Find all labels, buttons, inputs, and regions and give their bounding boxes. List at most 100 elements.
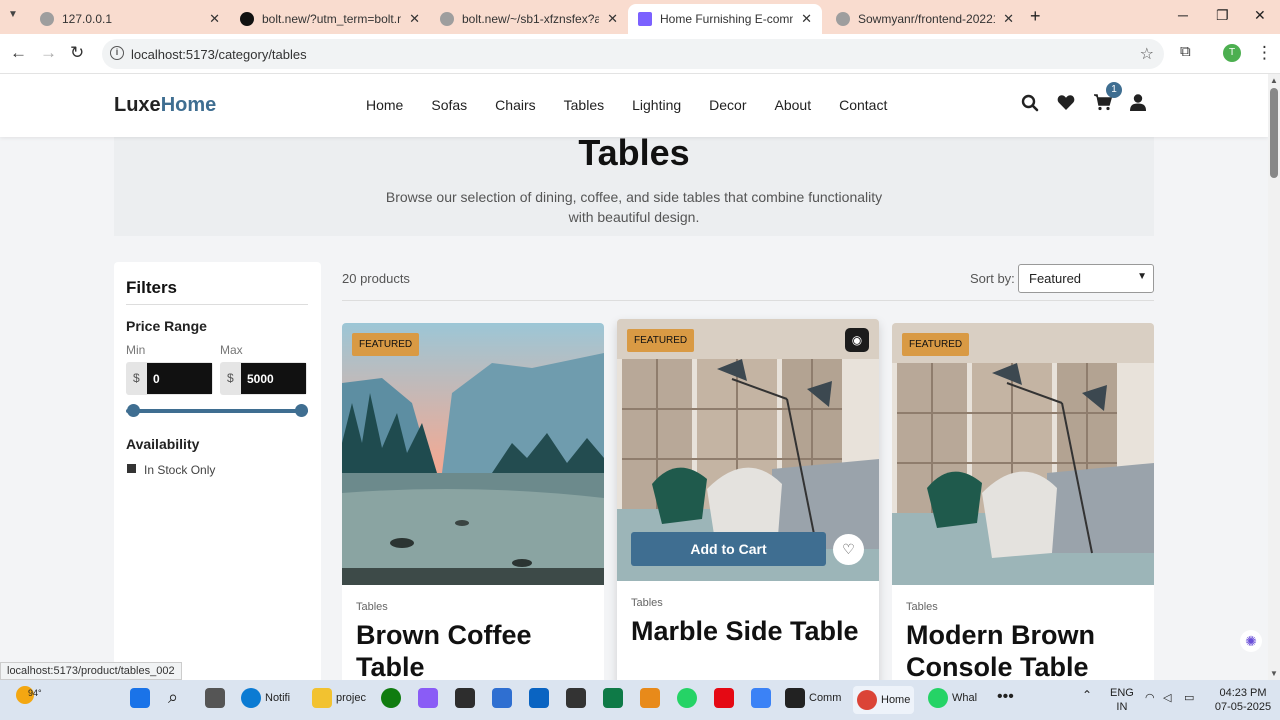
product-name[interactable]: Modern Brown Console Table [906, 619, 1146, 680]
address-url[interactable]: localhost:5173/category/tables [131, 47, 307, 62]
taskbar-app-whatsapp[interactable]: Whal [928, 688, 977, 708]
new-tab-button[interactable]: + [1030, 6, 1041, 27]
product-image[interactable]: FEATURED ◉ Add to Cart ♡ [617, 319, 879, 581]
product-card[interactable]: FEATURED Tables Brown Coffee Table [342, 323, 604, 680]
visual-studio-icon[interactable] [492, 688, 516, 708]
cart-icon[interactable] [1094, 94, 1113, 116]
window-close-icon[interactable]: ✕ [1254, 7, 1266, 24]
browser-tab-2[interactable]: bolt.new/?utm_term=bolt.new& ✕ [230, 4, 430, 34]
price-range-heading: Price Range [126, 318, 207, 334]
product-name[interactable]: Brown Coffee Table [356, 619, 596, 680]
price-slider-min-handle[interactable] [127, 404, 140, 417]
add-to-cart-button[interactable]: Add to Cart [631, 532, 826, 566]
restore-icon[interactable]: ❐ [1216, 7, 1229, 24]
nav-link-tables[interactable]: Tables [564, 97, 604, 113]
in-stock-label[interactable]: In Stock Only [144, 463, 215, 477]
scroll-up-arrow-icon[interactable]: ▲ [1270, 76, 1278, 85]
scrollbar-thumb[interactable] [1270, 88, 1278, 178]
close-tab-icon[interactable]: ✕ [1003, 11, 1014, 27]
sort-select[interactable]: Featured ▼ [1018, 264, 1154, 293]
search-icon[interactable] [1021, 94, 1039, 117]
excel-icon[interactable] [603, 688, 627, 708]
store-glyph [751, 688, 771, 708]
wifi-icon[interactable]: ◠ [1145, 691, 1155, 704]
tab-search-chevron-icon[interactable]: ▼ [8, 9, 18, 20]
wishlist-heart-icon[interactable] [1057, 94, 1075, 116]
page-title: Tables [578, 132, 690, 173]
language-code: ENG [1110, 687, 1134, 699]
site-info-icon[interactable]: i [110, 46, 124, 60]
nav-link-chairs[interactable]: Chairs [495, 97, 535, 113]
tab-title: 127.0.0.1 [62, 12, 113, 26]
nav-link-contact[interactable]: Contact [839, 97, 887, 113]
browser-tab-active[interactable]: Home Furnishing E-commerce ✕ [628, 4, 822, 34]
nav-link-sofas[interactable]: Sofas [431, 97, 467, 113]
whatsapp-small-icon[interactable] [677, 688, 701, 708]
max-price-input[interactable] [241, 363, 306, 394]
tray-chevron-up-icon[interactable]: ⌃ [1082, 688, 1092, 702]
unity-icon[interactable] [455, 688, 479, 708]
price-slider-track[interactable] [126, 409, 308, 413]
taskbar-app-explorer[interactable]: projec [312, 688, 366, 708]
outlook-icon[interactable] [529, 688, 553, 708]
nav-link-about[interactable]: About [775, 97, 812, 113]
close-tab-icon[interactable]: ✕ [409, 11, 420, 27]
wishlist-heart-outline-icon[interactable]: ♡ [833, 534, 864, 565]
site-logo[interactable]: LuxeHome [114, 94, 216, 117]
product-name[interactable]: Marble Side Table [631, 615, 871, 647]
netflix-icon[interactable] [714, 688, 738, 708]
task-view-icon[interactable] [205, 688, 229, 708]
infinity-app-icon[interactable] [640, 688, 664, 708]
nav-link-home[interactable]: Home [366, 97, 403, 113]
taskbar-app-terminal[interactable]: Comm [785, 688, 841, 708]
profile-avatar[interactable]: T [1223, 44, 1241, 62]
font-app-icon[interactable] [566, 688, 590, 708]
system-clock[interactable]: 04:23 PM 07-05-2025 [1210, 686, 1276, 714]
copilot-icon[interactable] [418, 688, 442, 708]
scroll-down-arrow-icon[interactable]: ▼ [1270, 669, 1278, 678]
min-price-input[interactable] [147, 363, 212, 394]
close-tab-icon[interactable]: ✕ [801, 11, 812, 27]
price-slider-max-handle[interactable] [295, 404, 308, 417]
product-card[interactable]: FEATURED Tables Modern Brown Console Tab… [892, 323, 1154, 680]
product-image[interactable]: FEATURED [892, 323, 1154, 585]
divider [126, 304, 308, 305]
store-icon[interactable] [751, 688, 775, 708]
windows-start-icon[interactable] [130, 688, 154, 708]
taskbar-app-chrome[interactable]: Home [853, 686, 915, 714]
weather-widget[interactable]: 94° [16, 686, 42, 704]
xbox-icon[interactable] [381, 688, 405, 708]
address-bar[interactable]: i localhost:5173/category/tables ☆ [102, 39, 1164, 69]
page-scrollbar[interactable]: ▲ ▼ [1268, 74, 1280, 680]
in-stock-checkbox[interactable] [127, 464, 136, 473]
language-region: IN [1116, 701, 1128, 713]
browser-tab-5[interactable]: Sowmyanr/frontend-20221cse0 ✕ [826, 4, 1024, 34]
taskbar-app-label: Whal [952, 692, 978, 704]
minimize-icon[interactable]: ─ [1178, 7, 1188, 23]
browser-tab-3[interactable]: bolt.new/~/sb1-xfznsfex?autoA ✕ [430, 4, 628, 34]
more-apps-icon[interactable]: ••• [997, 688, 1014, 706]
product-card[interactable]: FEATURED ◉ Add to Cart ♡ Tables Marble S… [617, 319, 879, 680]
close-tab-icon[interactable]: ✕ [607, 11, 618, 27]
product-image[interactable]: FEATURED [342, 323, 604, 585]
extensions-puzzle-icon[interactable]: ⧉ [1180, 43, 1191, 60]
nav-link-decor[interactable]: Decor [709, 97, 746, 113]
bookmark-star-icon[interactable]: ☆ [1140, 44, 1154, 64]
taskbar-app-label: Notifi [265, 692, 291, 704]
account-user-icon[interactable] [1130, 94, 1146, 116]
reload-icon[interactable]: ↻ [70, 43, 84, 63]
battery-icon[interactable]: ▭ [1184, 691, 1194, 704]
terminal-icon [785, 688, 805, 708]
assistant-brain-icon[interactable]: ✺ [1240, 630, 1262, 652]
forward-arrow-icon[interactable]: → [40, 43, 57, 63]
browser-menu-icon[interactable]: ⋮ [1256, 43, 1273, 63]
back-arrow-icon[interactable]: ← [10, 43, 27, 63]
extension-brain-icon[interactable]: ◉ [845, 328, 869, 352]
nav-link-lighting[interactable]: Lighting [632, 97, 681, 113]
browser-tab-1[interactable]: 127.0.0.1 ✕ [30, 4, 230, 34]
close-tab-icon[interactable]: ✕ [209, 11, 220, 27]
volume-icon[interactable]: ◁ [1163, 691, 1171, 704]
language-indicator[interactable]: ENG IN [1110, 686, 1134, 714]
taskbar-app-edge[interactable]: Notifi [241, 688, 290, 708]
taskbar-search-icon[interactable]: ⌕ [168, 687, 178, 708]
